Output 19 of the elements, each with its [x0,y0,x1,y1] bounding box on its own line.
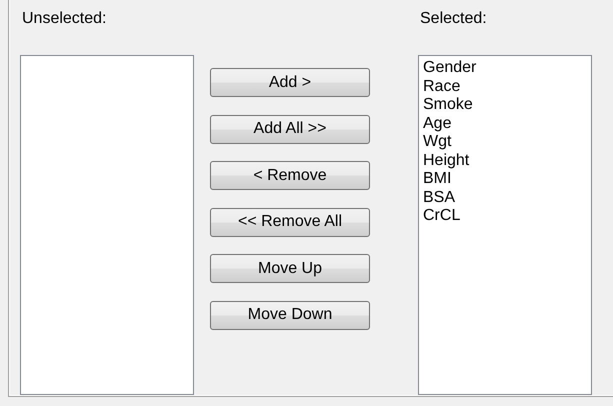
unselected-listbox[interactable] [20,55,194,395]
list-item[interactable]: BMI [423,170,452,188]
list-button[interactable]: Move Up [210,254,370,283]
list-button[interactable]: < Remove [210,161,370,190]
list-button[interactable]: Move Down [210,300,370,330]
list-item[interactable]: Smoke [423,96,473,114]
list-button[interactable]: Add > [210,68,370,97]
list-button[interactable]: Add All >> [210,114,370,144]
selected-listbox[interactable]: Gender Race Smoke Age Wgt Height BMI BSA CrCL [418,55,592,395]
list-button[interactable]: << Remove All [210,208,370,236]
list-item[interactable]: Wgt [423,133,452,152]
list-item[interactable]: Gender [423,59,476,78]
list-item[interactable]: CrCL [423,207,460,226]
list-item[interactable]: Age [423,114,452,133]
list-item[interactable]: Race [423,78,460,96]
list-item[interactable]: BSA [423,188,456,207]
list-label: Selected: [420,9,487,29]
list-item[interactable]: Height [423,152,470,170]
list-label: Unselected: [22,9,106,29]
